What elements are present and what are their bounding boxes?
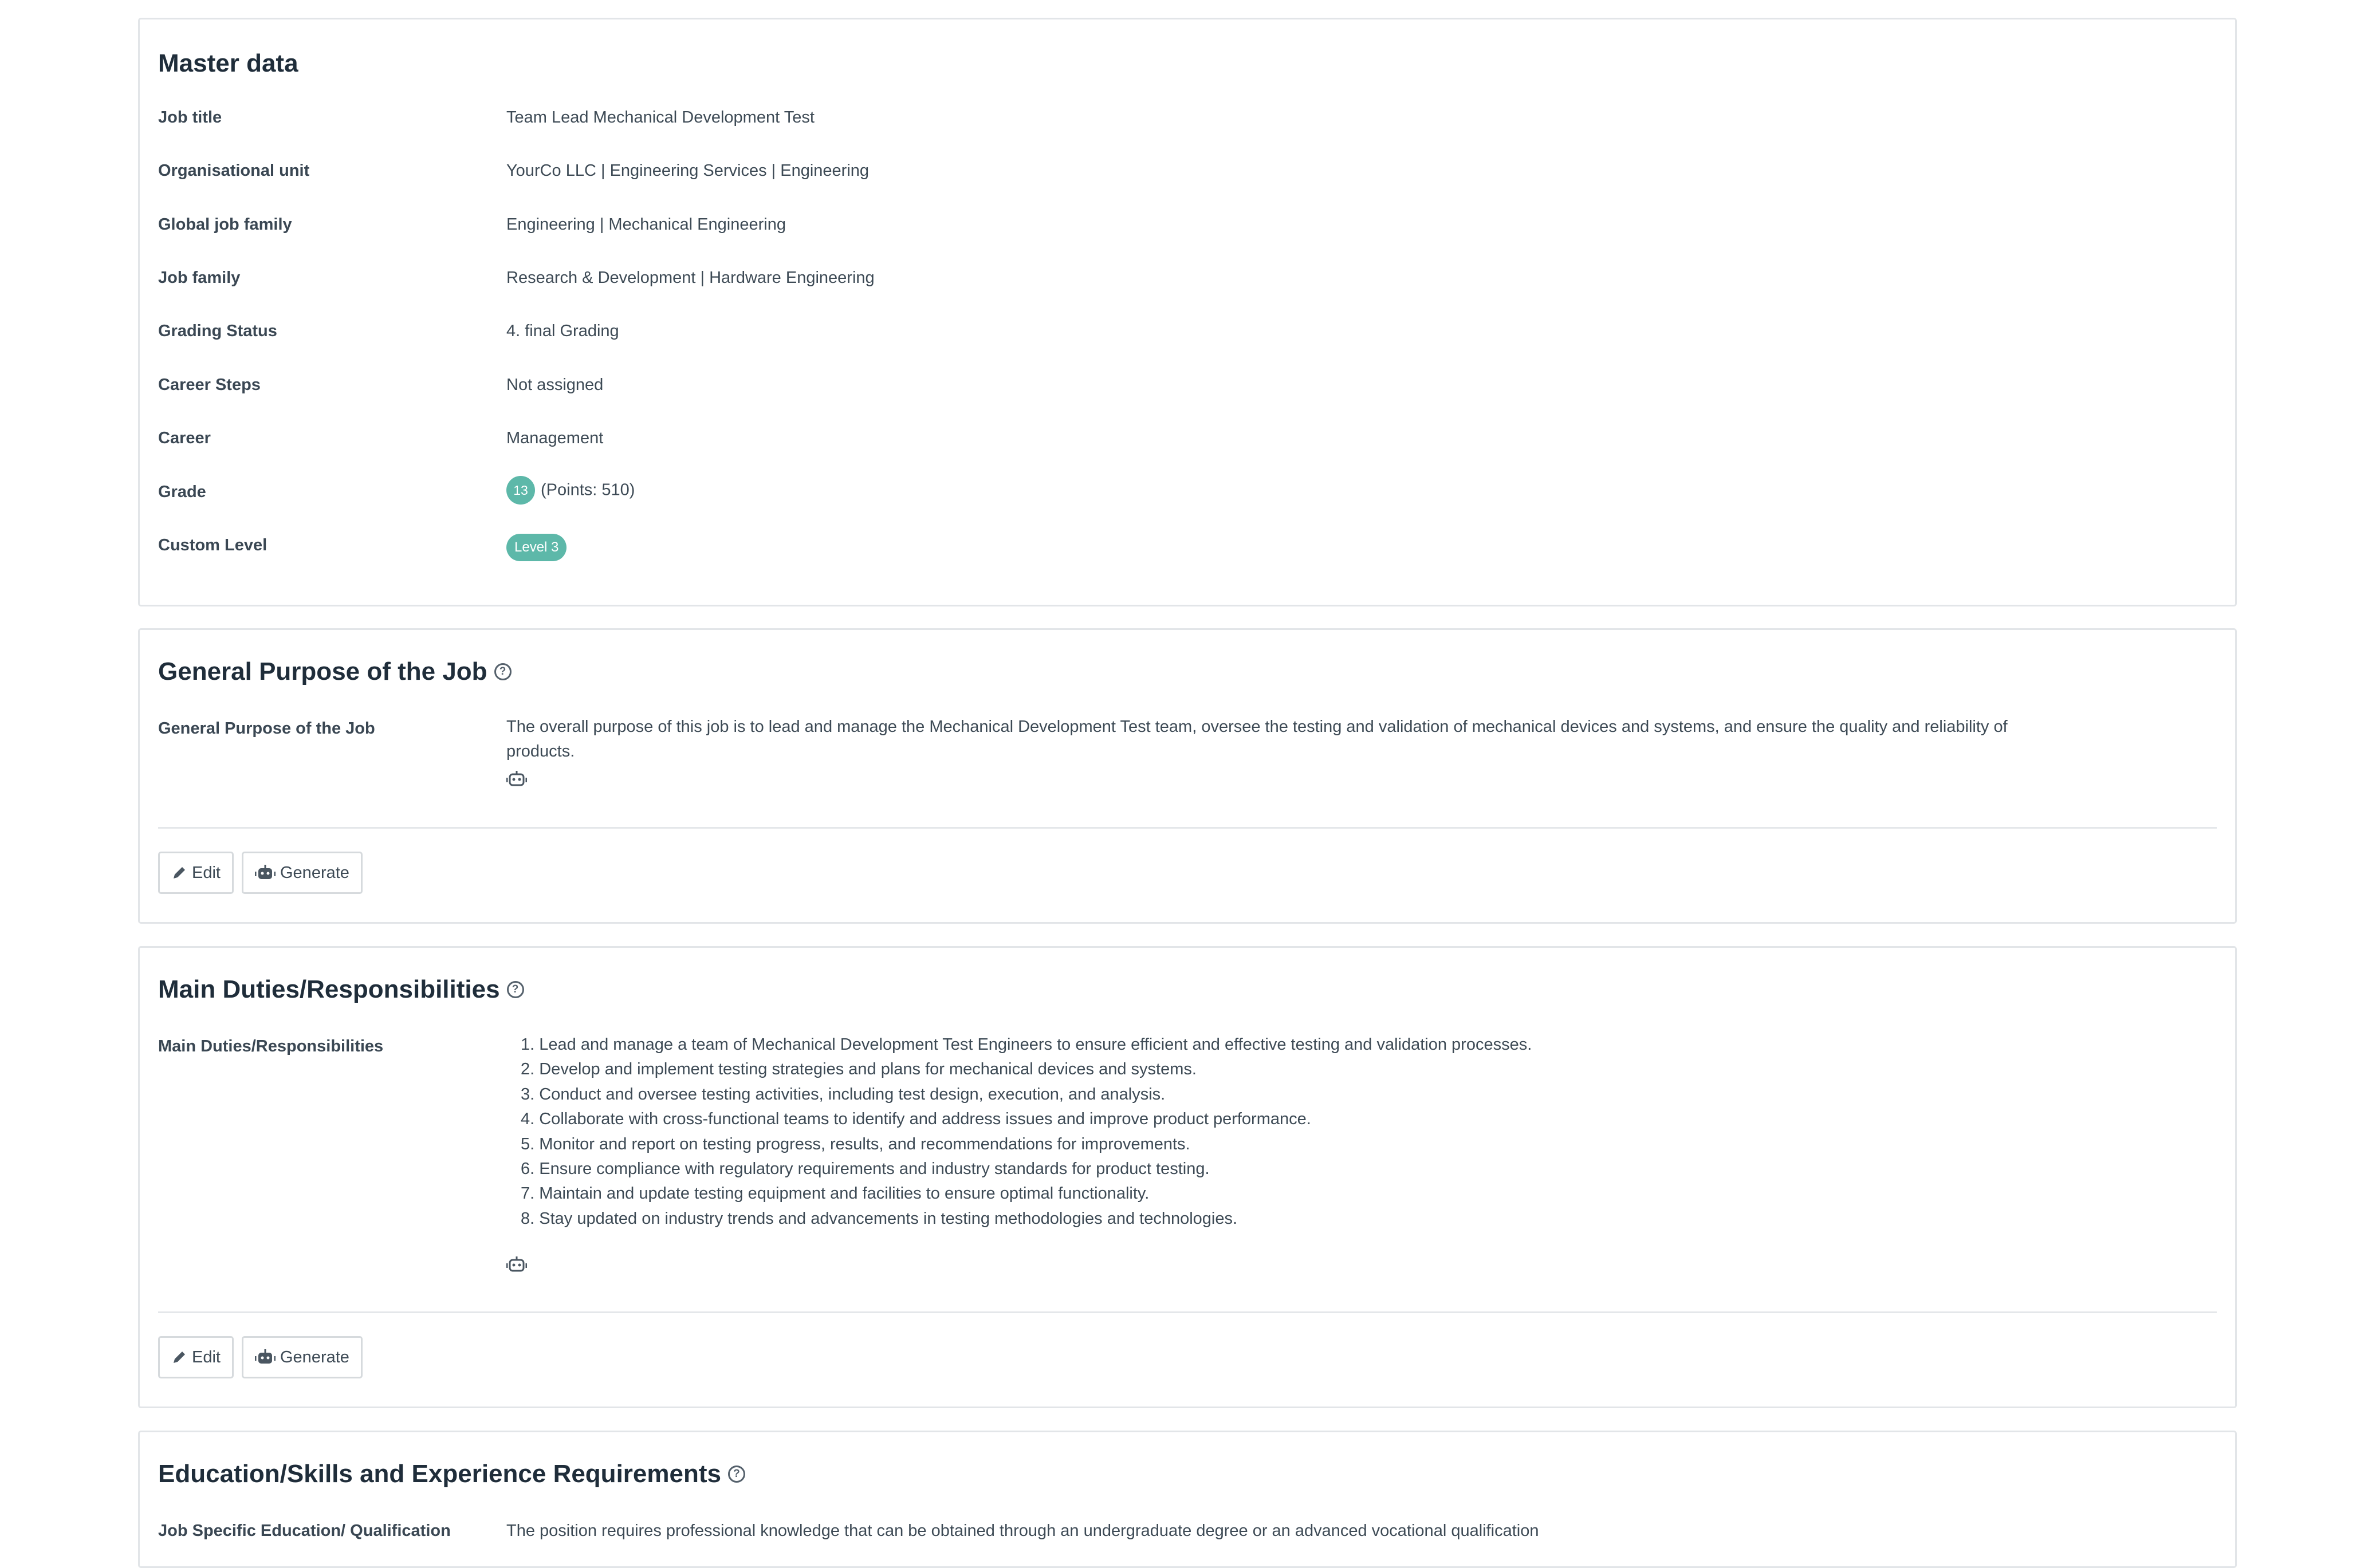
job-title-label: Job title (158, 108, 222, 127)
duties-label: Main Duties/Responsibilities (158, 1037, 384, 1055)
list-item: 8. Stay updated on industry trends and a… (521, 1209, 1238, 1228)
grade-points: (Points: 510) (541, 480, 635, 499)
list-item: 3. Conduct and oversee testing activitie… (521, 1085, 1166, 1104)
duties-title: Main Duties/Responsibilities ? (158, 975, 524, 1004)
global-job-family-value: Engineering | Mechanical Engineering (506, 215, 786, 234)
education-title-text: Education/Skills and Experience Requirem… (158, 1460, 721, 1488)
question-circle-icon[interactable]: ? (494, 663, 512, 680)
master-data-title: Master data (158, 49, 298, 77)
purpose-text: The overall purpose of this job is to le… (506, 718, 2008, 761)
list-item: 7. Maintain and update testing equipment… (521, 1184, 1150, 1203)
job-family-value: Research & Development | Hardware Engine… (506, 269, 875, 287)
question-circle-icon[interactable]: ? (727, 1465, 745, 1483)
list-item: 6. Ensure compliance with regulatory req… (521, 1160, 1210, 1179)
grade-value: 13 (Points: 510) (506, 476, 635, 505)
list-item: 4. Collaborate with cross-functional tea… (521, 1110, 1311, 1129)
career-steps-label: Career Steps (158, 376, 261, 394)
job-title-value: Team Lead Mechanical Development Test (506, 108, 815, 127)
robot-icon[interactable] (506, 770, 527, 787)
pencil-icon (174, 867, 185, 878)
question-circle-icon[interactable]: ? (506, 981, 524, 998)
education-title: Education/Skills and Experience Requirem… (158, 1460, 745, 1488)
edit-label: Edit (192, 1348, 221, 1366)
list-item: 2. Develop and implement testing strateg… (521, 1060, 1197, 1079)
purpose-title-text: General Purpose of the Job (158, 657, 487, 685)
pencil-icon (174, 1352, 185, 1363)
edit-label: Edit (192, 863, 221, 882)
duties-edit-button[interactable]: Edit (158, 1336, 234, 1378)
purpose-divider (158, 827, 2217, 829)
custom-level-value: Level 3 (506, 534, 567, 561)
career-steps-value: Not assigned (506, 376, 604, 394)
purpose-title: General Purpose of the Job ? (158, 657, 512, 686)
generate-label: Generate (280, 1348, 349, 1366)
global-job-family-label: Global job family (158, 215, 292, 234)
purpose-edit-button[interactable]: Edit (158, 852, 234, 894)
duties-list: 1. Lead and manage a team of Mechanical … (521, 1033, 1532, 1231)
grading-status-label: Grading Status (158, 322, 277, 340)
education-text: The position requires professional knowl… (506, 1522, 1539, 1540)
job-family-label: Job family (158, 269, 241, 287)
list-item: 1. Lead and manage a team of Mechanical … (521, 1035, 1532, 1054)
education-label: Job Specific Education/ Qualification (158, 1522, 451, 1540)
custom-level-label: Custom Level (158, 536, 268, 554)
career-value: Management (506, 429, 604, 447)
duties-title-text: Main Duties/Responsibilities (158, 975, 500, 1003)
education-card: Education/Skills and Experience Requirem… (138, 1431, 2237, 1568)
duties-card: Main Duties/Responsibilities ? Main Duti… (138, 946, 2237, 1408)
purpose-label: General Purpose of the Job (158, 719, 375, 738)
generate-label: Generate (280, 863, 349, 882)
career-label: Career (158, 429, 211, 447)
org-unit-value: YourCo LLC | Engineering Services | Engi… (506, 161, 870, 180)
grade-label: Grade (158, 483, 206, 501)
robot-icon (255, 865, 276, 879)
purpose-card: General Purpose of the Job ? General Pur… (138, 628, 2237, 924)
purpose-generate-button[interactable]: Generate (242, 852, 363, 894)
grading-status-value: 4. final Grading (506, 322, 619, 340)
grade-badge: 13 (506, 476, 535, 505)
list-item: 5. Monitor and report on testing progres… (521, 1134, 1190, 1153)
level-badge: Level 3 (506, 534, 567, 561)
robot-icon (255, 1349, 276, 1364)
org-unit-label: Organisational unit (158, 161, 310, 180)
master-data-card: Master data Job title Team Lead Mechanic… (138, 18, 2237, 606)
duties-generate-button[interactable]: Generate (242, 1336, 363, 1378)
duties-divider (158, 1311, 2217, 1313)
robot-icon[interactable] (506, 1256, 527, 1273)
